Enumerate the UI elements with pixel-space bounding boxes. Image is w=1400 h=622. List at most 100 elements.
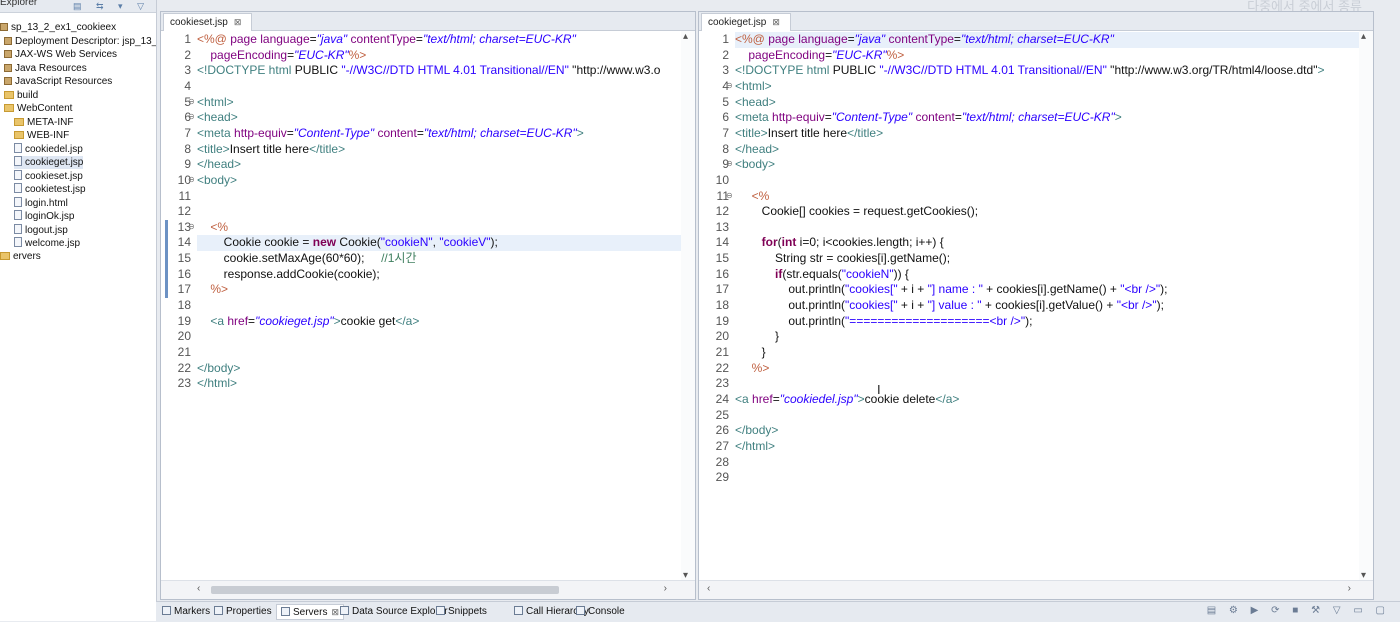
code-token: content bbox=[915, 110, 955, 125]
code-line[interactable]: <%@ page language="java" contentType="te… bbox=[197, 32, 576, 48]
tree-item[interactable]: META-INF bbox=[14, 116, 73, 129]
vertical-scrollbar[interactable]: ▴ ▾ bbox=[1359, 31, 1373, 581]
explorer-toolbar-icons[interactable]: ▤ ⇆ ▾ ▽ bbox=[73, 1, 150, 12]
tree-item[interactable]: JAX-WS Web Services bbox=[4, 48, 117, 61]
scroll-left-icon[interactable]: ‹ bbox=[707, 583, 710, 594]
close-icon[interactable]: ⊠ bbox=[331, 607, 339, 617]
editor-cookieget[interactable]: cookieget.jsp ⊠ 1 2 3 4 ⊖ 5 6 7 8 9 ⊖ 10 11 ⊖ 12 13 14 15 1… bbox=[698, 11, 1374, 600]
code-line[interactable]: <head> bbox=[197, 110, 238, 126]
tree-item[interactable]: Deployment Descriptor: jsp_13_2_ex bbox=[4, 35, 156, 48]
tree-item[interactable]: cookietest.jsp bbox=[14, 183, 86, 196]
code-line[interactable]: </html> bbox=[735, 439, 775, 455]
tree-item[interactable]: cookieset.jsp bbox=[14, 170, 83, 183]
code-line[interactable]: } bbox=[735, 329, 779, 345]
view-tab-markers[interactable]: Markers bbox=[162, 605, 210, 619]
code-token: response.addCookie(cookie); bbox=[197, 266, 380, 281]
line-number: 24 bbox=[715, 391, 729, 406]
code-line[interactable]: out.println("cookies[" + i + "] name : "… bbox=[735, 282, 1167, 298]
scroll-thumb[interactable] bbox=[211, 586, 559, 594]
view-tab-servers[interactable]: Servers ⊠ bbox=[276, 604, 344, 620]
code-line[interactable]: out.println("====================<br />"… bbox=[735, 314, 1032, 330]
fold-toggle-icon[interactable]: ⊖ bbox=[188, 175, 195, 184]
tree-item[interactable]: build bbox=[4, 89, 38, 102]
view-tab-properties[interactable]: Properties bbox=[214, 605, 272, 619]
fold-toggle-icon[interactable]: ⊖ bbox=[188, 112, 195, 121]
view-tab-snippets[interactable]: Snippets bbox=[436, 605, 487, 619]
code-line[interactable]: <body> bbox=[735, 157, 775, 173]
code-line[interactable]: if(str.equals("cookieN")) { bbox=[735, 267, 909, 283]
code-line[interactable]: } bbox=[735, 345, 766, 361]
code-line[interactable]: response.addCookie(cookie); bbox=[197, 267, 380, 283]
tree-item[interactable]: Java Resources bbox=[4, 62, 87, 75]
folder-icon bbox=[4, 91, 14, 99]
scroll-right-icon[interactable]: › bbox=[1348, 583, 1351, 594]
tree-item[interactable]: WEB-INF bbox=[14, 129, 69, 142]
tree-item[interactable]: loginOk.jsp bbox=[14, 210, 74, 223]
project-icon bbox=[0, 23, 8, 31]
code-line[interactable]: <% bbox=[197, 220, 228, 236]
code-line[interactable]: <a href="cookieget.jsp">cookie get</a> bbox=[197, 314, 419, 330]
view-tab-data-source-explorer[interactable]: Data Source Explorer bbox=[340, 605, 448, 619]
tree-item[interactable]: WebContent bbox=[4, 102, 72, 115]
fold-toggle-icon[interactable]: ⊖ bbox=[726, 81, 733, 90]
code-line[interactable]: String str = cookies[i].getName(); bbox=[735, 251, 950, 267]
horizontal-scrollbar[interactable]: ‹ › bbox=[161, 580, 695, 599]
code-line[interactable]: %> bbox=[197, 282, 228, 298]
code-token: </html> bbox=[197, 376, 238, 391]
tree-item[interactable]: sp_13_2_ex1_cookieex bbox=[0, 21, 116, 34]
code-line[interactable]: <title>Insert title here</title> bbox=[197, 142, 345, 158]
fold-toggle-icon[interactable]: ⊖ bbox=[726, 159, 733, 168]
view-toolbar-icons[interactable]: ▤ ⚙ ▶ ⟳ ■ ⚒ ▽ ▭ ▢ bbox=[1207, 605, 1390, 616]
code-line[interactable]: Cookie[] cookies = request.getCookies(); bbox=[735, 204, 978, 220]
code-line[interactable]: pageEncoding="EUC-KR"%> bbox=[197, 48, 366, 64]
code-line[interactable]: <meta http-equiv="Content-Type" content=… bbox=[197, 126, 584, 142]
scroll-right-icon[interactable]: › bbox=[664, 583, 667, 594]
code-line[interactable]: </head> bbox=[197, 157, 241, 173]
code-line[interactable]: <!DOCTYPE html PUBLIC "-//W3C//DTD HTML … bbox=[735, 63, 1324, 79]
code-token: = bbox=[953, 32, 961, 46]
code-line[interactable]: cookie.setMaxAge(60*60); //1시간 bbox=[197, 251, 417, 267]
code-line[interactable]: </html> bbox=[197, 376, 237, 392]
code-line[interactable]: Cookie cookie = new Cookie("cookieN", "c… bbox=[197, 235, 498, 251]
tree-item[interactable]: welcome.jsp bbox=[14, 237, 80, 250]
fold-toggle-icon[interactable]: ⊖ bbox=[188, 222, 195, 231]
code-line[interactable]: %> bbox=[735, 361, 770, 377]
code-line[interactable]: <html> bbox=[735, 79, 772, 95]
code-line[interactable]: for(int i=0; i<cookies.length; i++) { bbox=[735, 235, 944, 251]
scroll-left-icon[interactable]: ‹ bbox=[197, 583, 200, 594]
code-line[interactable]: pageEncoding="EUC-KR"%> bbox=[735, 48, 904, 64]
tree-item[interactable]: cookieget.jsp bbox=[14, 156, 84, 169]
tree-item[interactable]: logout.jsp bbox=[14, 224, 68, 237]
code-line[interactable]: out.println("cookies[" + i + "] value : … bbox=[735, 298, 1164, 314]
code-line[interactable]: <html> bbox=[197, 95, 234, 111]
code-line[interactable]: </body> bbox=[735, 423, 778, 439]
tree-item[interactable]: cookiedel.jsp bbox=[14, 143, 83, 156]
tree-item[interactable]: ervers bbox=[0, 250, 41, 263]
code-line[interactable]: <%@ page language="java" contentType="te… bbox=[735, 32, 1114, 48]
tree-item[interactable]: JavaScript Resources bbox=[4, 75, 112, 88]
code-line[interactable]: </body> bbox=[197, 361, 240, 377]
horizontal-scrollbar[interactable]: ‹ › bbox=[699, 580, 1373, 599]
code-line[interactable]: <head> bbox=[735, 95, 776, 111]
code-area[interactable]: <%@ page language="java" contentType="te… bbox=[735, 31, 1373, 581]
fold-toggle-icon[interactable]: ⊖ bbox=[188, 97, 195, 106]
code-token: "text/html; charset=EUC-KR" bbox=[960, 32, 1114, 46]
code-line[interactable]: <meta http-equiv="Content-Type" content=… bbox=[735, 110, 1122, 126]
close-icon[interactable]: ⊠ bbox=[234, 17, 242, 27]
code-line[interactable]: <body> bbox=[197, 173, 237, 189]
view-tab-console[interactable]: Console bbox=[576, 605, 625, 619]
code-line[interactable]: </head> bbox=[735, 142, 779, 158]
tree-item[interactable]: login.html bbox=[14, 197, 68, 210]
fold-toggle-icon[interactable]: ⊖ bbox=[726, 191, 733, 200]
code-line[interactable]: <% bbox=[735, 189, 770, 205]
vertical-scrollbar[interactable]: ▴ ▾ bbox=[681, 31, 695, 581]
code-line[interactable]: <a href="cookiedel.jsp">cookie delete</a… bbox=[735, 392, 959, 408]
tab-cookieget[interactable]: cookieget.jsp ⊠ bbox=[701, 13, 791, 31]
tab-cookieset[interactable]: cookieset.jsp ⊠ bbox=[163, 13, 253, 31]
close-icon[interactable]: ⊠ bbox=[772, 17, 780, 27]
editor-cookieset[interactable]: cookieset.jsp ⊠ 1 2 3 4 5 ⊖ 6 ⊖ 7 8 9 10 ⊖ 11 12 13 ⊖ 14 15… bbox=[160, 11, 696, 600]
code-area[interactable]: <%@ page language="java" contentType="te… bbox=[197, 31, 695, 581]
code-line[interactable]: <!DOCTYPE html PUBLIC "-//W3C//DTD HTML … bbox=[197, 63, 660, 79]
code-line[interactable]: <title>Insert title here</title> bbox=[735, 126, 883, 142]
